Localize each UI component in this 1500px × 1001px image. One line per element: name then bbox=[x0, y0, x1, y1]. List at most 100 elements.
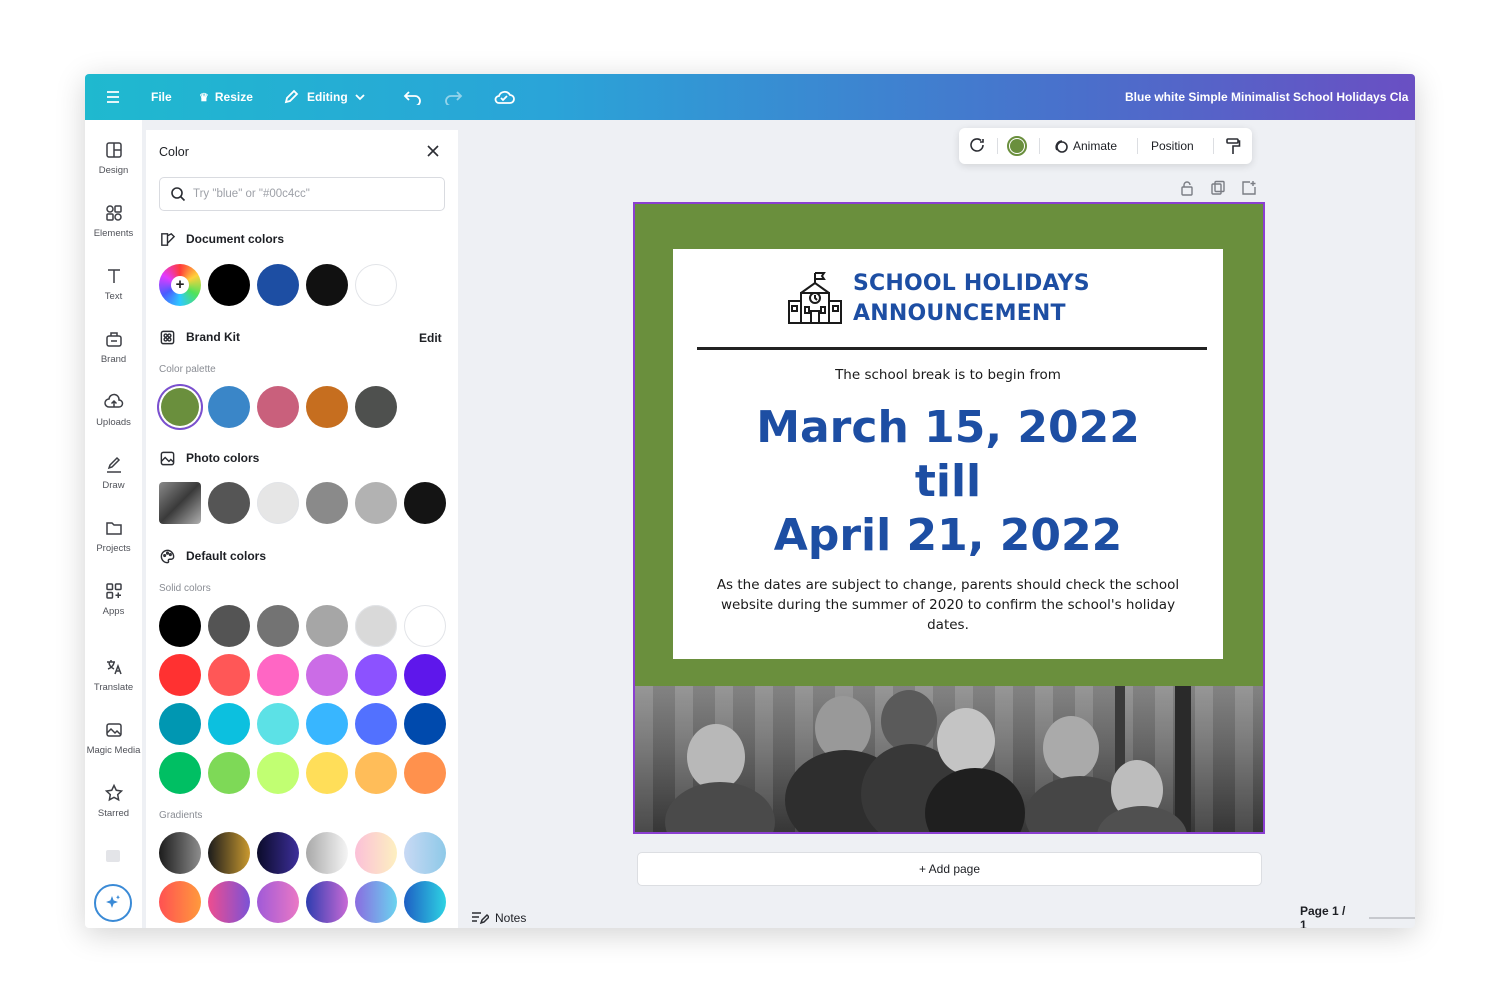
document-color-swatch[interactable] bbox=[257, 264, 299, 306]
gradient-swatch[interactable] bbox=[208, 881, 250, 923]
solid-color-swatch[interactable] bbox=[404, 605, 446, 647]
fill-color-button[interactable] bbox=[1007, 136, 1027, 156]
solid-color-swatch[interactable] bbox=[355, 654, 397, 696]
photo-color-swatch[interactable] bbox=[404, 482, 446, 524]
solid-color-swatch[interactable] bbox=[257, 703, 299, 745]
gradient-swatch[interactable] bbox=[404, 881, 446, 923]
solid-color-swatch[interactable] bbox=[404, 703, 446, 745]
color-search-input[interactable] bbox=[193, 178, 433, 210]
solid-color-swatch[interactable] bbox=[306, 703, 348, 745]
solid-color-swatch[interactable] bbox=[208, 703, 250, 745]
solid-color-swatch[interactable] bbox=[208, 605, 250, 647]
file-menu[interactable]: File bbox=[151, 74, 172, 120]
solid-color-swatch[interactable] bbox=[404, 752, 446, 794]
zoom-slider[interactable] bbox=[1369, 917, 1415, 919]
solid-color-swatch[interactable] bbox=[355, 752, 397, 794]
magic-assistant-button[interactable] bbox=[94, 884, 132, 922]
gradient-swatch[interactable] bbox=[257, 881, 299, 923]
document-color-swatch[interactable] bbox=[306, 264, 348, 306]
rail-item-brand[interactable]: Brand bbox=[85, 329, 142, 385]
children-photo[interactable] bbox=[635, 686, 1263, 832]
rail-item-projects[interactable]: Projects bbox=[85, 518, 142, 574]
solid-color-swatch[interactable] bbox=[159, 752, 201, 794]
palette-color-swatch[interactable] bbox=[159, 386, 201, 428]
gradient-swatch[interactable] bbox=[355, 832, 397, 874]
duplicate-icon[interactable] bbox=[1210, 180, 1226, 201]
solid-color-swatch[interactable] bbox=[306, 605, 348, 647]
heading-line-1: SCHOOL HOLIDAYS bbox=[853, 271, 1090, 296]
solid-color-swatch[interactable] bbox=[159, 654, 201, 696]
document-color-swatch[interactable] bbox=[208, 264, 250, 306]
color-search[interactable] bbox=[159, 177, 445, 211]
document-title[interactable]: Blue white Simple Minimalist School Holi… bbox=[1125, 74, 1415, 120]
redo-button[interactable] bbox=[443, 74, 463, 120]
photo-color-swatch[interactable] bbox=[306, 482, 348, 524]
photo-color-swatch[interactable] bbox=[208, 482, 250, 524]
design-page[interactable]: SCHOOL HOLIDAYS ANNOUNCEMENT The school … bbox=[633, 202, 1265, 834]
solid-color-swatch[interactable] bbox=[159, 703, 201, 745]
lock-icon[interactable] bbox=[1179, 180, 1195, 201]
rail-item-starred[interactable]: Starred bbox=[85, 783, 142, 839]
image-icon bbox=[160, 451, 175, 465]
document-color-swatch[interactable] bbox=[355, 264, 397, 306]
gradient-swatch[interactable] bbox=[159, 881, 201, 923]
gradient-swatch[interactable] bbox=[306, 881, 348, 923]
apps-icon bbox=[105, 583, 122, 599]
position-button[interactable]: Position bbox=[1151, 128, 1194, 164]
close-icon[interactable] bbox=[425, 143, 441, 159]
page-indicator[interactable]: Page 1 / 1 bbox=[1300, 904, 1415, 928]
solid-color-swatch[interactable] bbox=[208, 654, 250, 696]
rail-item-translate[interactable]: Translate bbox=[85, 657, 142, 713]
rail-item-magic-media[interactable]: Magic Media bbox=[85, 720, 142, 776]
announcement-card[interactable]: SCHOOL HOLIDAYS ANNOUNCEMENT The school … bbox=[673, 249, 1223, 659]
rail-item-text[interactable]: Text bbox=[85, 266, 142, 322]
solid-color-swatch[interactable] bbox=[257, 605, 299, 647]
replace-icon[interactable] bbox=[967, 128, 987, 164]
photo-color-swatch[interactable] bbox=[257, 482, 299, 524]
solid-color-swatch[interactable] bbox=[257, 654, 299, 696]
gradient-swatch[interactable] bbox=[257, 832, 299, 874]
gradient-swatch[interactable] bbox=[355, 881, 397, 923]
rail-item-apps[interactable]: Apps bbox=[85, 581, 142, 637]
add-page-icon[interactable] bbox=[1241, 180, 1257, 201]
palette-color-swatch[interactable] bbox=[208, 386, 250, 428]
solid-color-swatch[interactable] bbox=[355, 605, 397, 647]
document-palette-icon bbox=[161, 232, 176, 246]
cloud-save-icon[interactable] bbox=[493, 74, 515, 120]
palette-color-swatch[interactable] bbox=[257, 386, 299, 428]
brand-kit-edit-link[interactable]: Edit bbox=[419, 331, 442, 345]
resize-label: Resize bbox=[214, 90, 253, 104]
rail-item-elements[interactable]: Elements bbox=[85, 203, 142, 259]
gradient-swatch[interactable] bbox=[306, 832, 348, 874]
solid-color-swatch[interactable] bbox=[306, 752, 348, 794]
editing-mode-dropdown[interactable]: Editing bbox=[283, 74, 366, 120]
add-page-button[interactable]: + Add page bbox=[637, 852, 1262, 886]
photo-thumbnail[interactable] bbox=[159, 482, 201, 524]
notes-button[interactable]: Notes bbox=[471, 908, 526, 928]
gradient-swatch[interactable] bbox=[208, 832, 250, 874]
school-building-icon bbox=[788, 272, 842, 324]
star-icon bbox=[104, 783, 123, 802]
gradient-swatch[interactable] bbox=[404, 832, 446, 874]
gradient-swatch[interactable] bbox=[159, 832, 201, 874]
palette-color-swatch[interactable] bbox=[355, 386, 397, 428]
undo-button[interactable] bbox=[403, 74, 423, 120]
rail-item-uploads[interactable]: Uploads bbox=[85, 392, 142, 448]
animate-button[interactable]: Animate bbox=[1053, 128, 1117, 164]
solid-color-swatch[interactable] bbox=[355, 703, 397, 745]
solid-color-swatch[interactable] bbox=[208, 752, 250, 794]
solid-color-swatch[interactable] bbox=[159, 605, 201, 647]
menu-icon[interactable] bbox=[105, 74, 121, 120]
solid-color-swatch[interactable] bbox=[257, 752, 299, 794]
resize-button[interactable]: ♛ Resize bbox=[199, 74, 253, 120]
rail-item-draw[interactable]: Draw bbox=[85, 455, 142, 511]
photo-color-swatch[interactable] bbox=[355, 482, 397, 524]
rail-item-design[interactable]: Design bbox=[85, 140, 142, 196]
palette-color-swatch[interactable] bbox=[306, 386, 348, 428]
add-color-swatch[interactable]: + bbox=[159, 264, 201, 306]
paint-format-icon[interactable] bbox=[1225, 128, 1241, 164]
translate-icon bbox=[106, 660, 122, 675]
solid-color-swatch[interactable] bbox=[306, 654, 348, 696]
text-icon bbox=[107, 269, 120, 283]
solid-color-swatch[interactable] bbox=[404, 654, 446, 696]
